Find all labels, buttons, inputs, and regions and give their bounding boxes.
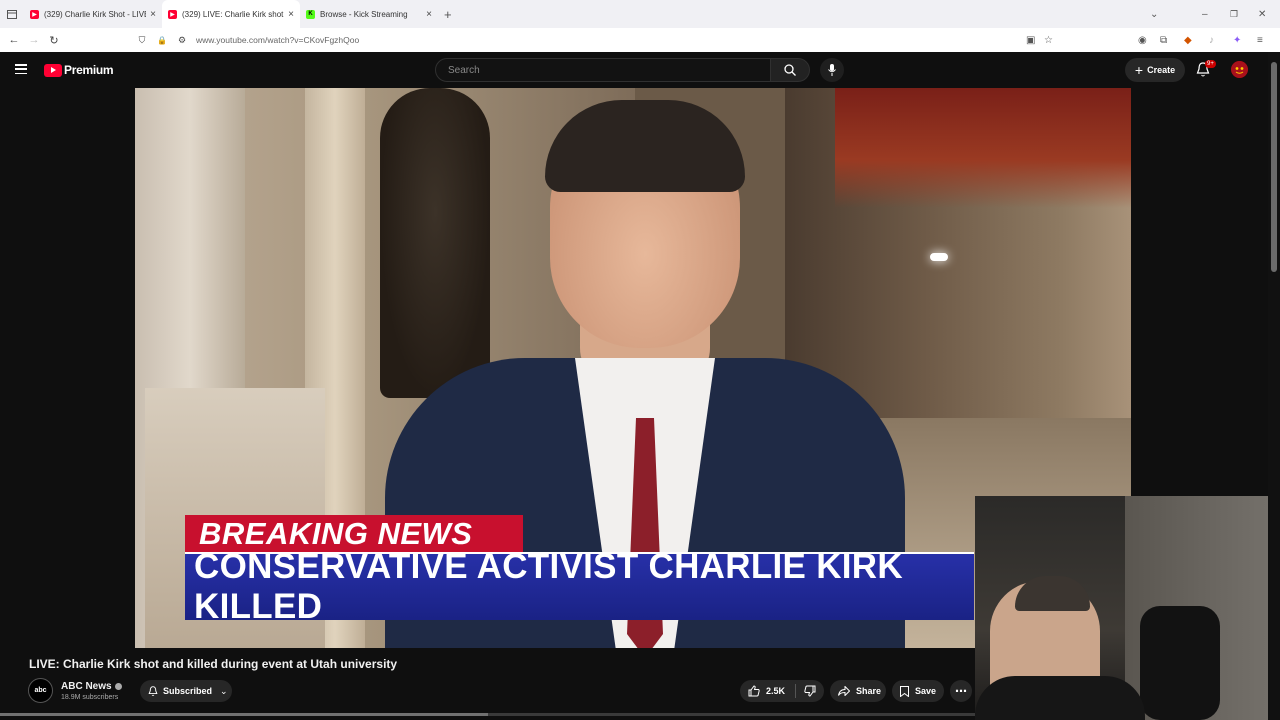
video-background [835, 88, 1131, 208]
video-light [930, 253, 948, 261]
hamburger-menu-icon[interactable] [15, 64, 27, 74]
create-label: Create [1147, 65, 1176, 75]
close-tab-icon[interactable]: × [288, 9, 294, 20]
restore-icon[interactable]: ❐ [1230, 0, 1238, 28]
search-box [435, 58, 771, 82]
tab-title: Browse - Kick Streaming [320, 9, 408, 19]
thumbs-down-icon [804, 685, 816, 697]
search-input[interactable] [446, 64, 750, 77]
bell-icon [148, 685, 158, 696]
youtube-play-icon [44, 63, 62, 77]
browser-tab-strip: ▶ (329) Charlie Kirk Shot - LIVE Br × ▶ … [0, 0, 1280, 28]
tab-list-icon[interactable] [0, 0, 24, 28]
search-button[interactable] [770, 58, 810, 82]
lock-icon[interactable]: 🔒 [152, 36, 172, 45]
streamer-webcam [975, 496, 1268, 720]
like-count: 2.5K [766, 686, 786, 696]
search-icon [784, 64, 796, 76]
share-button[interactable]: Share [830, 680, 886, 702]
back-icon[interactable]: ← [4, 34, 24, 46]
tab-title: (329) Charlie Kirk Shot - LIVE Br [44, 9, 146, 19]
browser-tab-3[interactable]: K Browse - Kick Streaming × [300, 0, 438, 28]
account-icon[interactable]: ◉ [1138, 28, 1147, 52]
shield-icon[interactable]: ⛉ [132, 35, 152, 46]
audio-icon[interactable]: ♪ [1209, 28, 1214, 52]
minimize-icon[interactable]: – [1202, 0, 1208, 28]
picture-icon[interactable]: ▣ [1026, 28, 1035, 52]
tab-title: (329) LIVE: Charlie Kirk shot and [182, 9, 284, 19]
channel-name-text: ABC News [61, 681, 112, 692]
verified-badge-icon [114, 682, 122, 690]
plus-icon: + [1134, 62, 1144, 78]
metamask-icon[interactable]: ◆ [1184, 28, 1192, 52]
create-button[interactable]: + Create [1125, 58, 1185, 82]
bookmark-star-icon[interactable]: ☆ [1044, 28, 1053, 52]
reload-icon[interactable]: ↻ [44, 34, 64, 47]
video-progress-fill [0, 713, 488, 716]
new-tab-icon[interactable]: + [438, 0, 458, 28]
kick-favicon-icon: K [306, 9, 315, 19]
youtube-favicon-icon: ▶ [168, 9, 177, 19]
subscriber-count: 18.9M subscribers [61, 694, 119, 701]
channel-name[interactable]: ABC News [61, 681, 122, 692]
streamer-shirt [975, 676, 1145, 720]
share-icon [838, 686, 850, 696]
user-avatar[interactable] [1231, 61, 1248, 78]
subscribed-button[interactable]: Subscribed ⌄ [140, 680, 232, 702]
close-tab-icon[interactable]: × [426, 9, 432, 20]
webcam-chair [1140, 606, 1220, 720]
page-scrollbar[interactable] [1268, 52, 1280, 720]
voice-search-button[interactable] [820, 58, 844, 82]
tab-overflow-chevron-icon[interactable]: ⌄ [1150, 0, 1158, 28]
streamer-cap [1015, 576, 1090, 611]
close-tab-icon[interactable]: × [150, 9, 156, 20]
browser-tab-1[interactable]: ▶ (329) Charlie Kirk Shot - LIVE Br × [24, 0, 162, 28]
breaking-headline: CONSERVATIVE ACTIVIST CHARLIE KIRK KILLE… [185, 547, 974, 626]
logo-text: Premium [64, 63, 114, 77]
browser-tab-2[interactable]: ▶ (329) LIVE: Charlie Kirk shot and × [162, 0, 300, 28]
subscribed-label: Subscribed [163, 686, 213, 696]
browser-menu-icon[interactable]: ≡ [1257, 28, 1263, 52]
video-title: LIVE: Charlie Kirk shot and killed durin… [29, 657, 398, 671]
youtube-logo[interactable]: Premium [44, 63, 114, 77]
share-label: Share [856, 686, 882, 696]
permissions-icon[interactable]: ⚙ [172, 35, 192, 46]
youtube-header: Premium + Create 9+ [0, 52, 1268, 88]
address-bar: ← → ↻ ⛉ 🔒 ⚙ www.youtube.com/watch?v=CKov… [0, 28, 1280, 52]
more-actions-button[interactable]: ⋯ [950, 680, 972, 702]
save-button[interactable]: Save [892, 680, 944, 702]
save-label: Save [915, 686, 937, 696]
dislike-button[interactable] [796, 685, 816, 697]
video-statue [380, 88, 490, 398]
bookmark-icon [900, 685, 909, 697]
forward-icon[interactable]: → [24, 34, 44, 46]
youtube-favicon-icon: ▶ [30, 9, 39, 19]
channel-avatar[interactable]: abc [28, 678, 53, 703]
like-button[interactable]: 2.5K [740, 685, 785, 697]
extension-leaf-icon[interactable]: ✦ [1233, 28, 1241, 52]
extensions-icon[interactable]: ⧉ [1160, 28, 1167, 52]
scrollbar-thumb[interactable] [1271, 62, 1277, 272]
like-dislike-group: 2.5K [740, 680, 824, 702]
close-window-icon[interactable]: ✕ [1258, 0, 1266, 28]
more-horizontal-icon: ⋯ [955, 684, 967, 698]
microphone-icon [828, 64, 836, 76]
thumbs-up-icon [748, 685, 760, 697]
notifications-badge: 9+ [1205, 60, 1216, 68]
url-text[interactable]: www.youtube.com/watch?v=CKovFgzhQoo [196, 35, 359, 45]
video-progress-bar[interactable] [0, 713, 975, 716]
chevron-down-icon: ⌄ [220, 685, 228, 696]
